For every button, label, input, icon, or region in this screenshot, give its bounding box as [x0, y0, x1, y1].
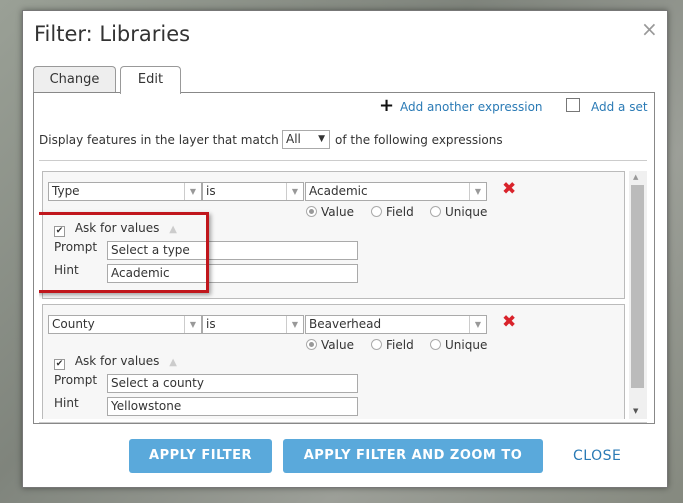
value-text: Academic — [309, 184, 368, 198]
tab-edit[interactable]: Edit — [120, 66, 181, 94]
operator-value: is — [206, 317, 216, 331]
delete-icon[interactable]: ✖ — [502, 312, 516, 332]
scrollbar[interactable]: ▲ ▼ — [629, 171, 647, 419]
operator-value: is — [206, 184, 216, 198]
add-set-link[interactable]: Add a set — [591, 100, 648, 114]
field-select[interactable]: County ▼ — [48, 315, 202, 334]
edit-panel: + Add another expression Add a set Displ… — [33, 92, 655, 424]
add-set-checkbox[interactable] — [566, 98, 580, 112]
radio-icon — [306, 206, 317, 217]
close-icon[interactable]: × — [641, 17, 658, 41]
field-select[interactable]: Type ▼ — [48, 182, 202, 201]
chevron-down-icon: ▼ — [286, 316, 303, 333]
radio-field[interactable]: Field — [371, 205, 414, 219]
hint-label: Hint — [54, 396, 79, 410]
check-icon: ✔ — [54, 359, 65, 370]
plus-icon[interactable]: + — [379, 95, 394, 116]
expression-list: ▲ ▼ Type ▼ is ▼ Academic ▼ ✖ Value Field Un… — [39, 171, 647, 419]
value-select[interactable]: Academic ▼ — [305, 182, 487, 201]
divider — [39, 160, 647, 161]
operator-select[interactable]: is ▼ — [202, 182, 304, 201]
match-prefix: Display features in the layer that match — [39, 133, 279, 147]
collapse-icon[interactable]: ▲ — [169, 357, 177, 368]
prompt-input[interactable]: Select a county — [107, 374, 358, 393]
radio-icon — [430, 206, 441, 217]
delete-icon[interactable]: ✖ — [502, 179, 516, 199]
field-value: County — [52, 317, 95, 331]
radio-label: Field — [386, 205, 414, 219]
close-button[interactable]: CLOSE — [573, 448, 621, 464]
tab-change[interactable]: Change — [33, 66, 116, 93]
scroll-thumb[interactable] — [631, 185, 644, 388]
radio-value[interactable]: Value — [306, 338, 354, 352]
radio-label: Field — [386, 338, 414, 352]
radio-label: Unique — [445, 338, 488, 352]
highlight-box — [39, 212, 209, 293]
prompt-label: Prompt — [54, 373, 98, 387]
add-expression-link[interactable]: Add another expression — [400, 100, 543, 114]
divider — [39, 422, 647, 423]
radio-icon — [306, 339, 317, 350]
dropdown-arrow-icon: ▼ — [318, 134, 325, 144]
dialog-title: Filter: Libraries — [34, 22, 191, 46]
chevron-down-icon: ▼ — [469, 316, 486, 333]
radio-unique[interactable]: Unique — [430, 338, 487, 352]
match-select[interactable]: All ▼ — [282, 130, 330, 149]
ask-for-values-checkbox[interactable]: ✔ Ask for values ▲ — [54, 354, 177, 370]
chevron-down-icon: ▼ — [184, 316, 201, 333]
hint-input[interactable]: Yellowstone — [107, 397, 358, 416]
radio-label: Value — [321, 205, 354, 219]
chevron-down-icon: ▼ — [184, 183, 201, 200]
scroll-down-icon[interactable]: ▼ — [633, 407, 638, 415]
radio-value[interactable]: Value — [306, 205, 354, 219]
radio-label: Unique — [445, 205, 488, 219]
value-text: Beaverhead — [309, 317, 382, 331]
operator-select[interactable]: is ▼ — [202, 315, 304, 334]
match-suffix: of the following expressions — [335, 133, 503, 147]
radio-unique[interactable]: Unique — [430, 205, 487, 219]
radio-icon — [430, 339, 441, 350]
expression-2: County ▼ is ▼ Beaverhead ▼ ✖ Value Field Un… — [42, 304, 625, 419]
filter-dialog: Filter: Libraries × Change Edit + Add an… — [22, 10, 668, 488]
radio-icon — [371, 206, 382, 217]
field-value: Type — [52, 184, 80, 198]
radio-field[interactable]: Field — [371, 338, 414, 352]
scroll-up-icon[interactable]: ▲ — [633, 173, 638, 181]
apply-filter-button[interactable]: APPLY FILTER — [129, 439, 272, 473]
radio-icon — [371, 339, 382, 350]
value-select[interactable]: Beaverhead ▼ — [305, 315, 487, 334]
chevron-down-icon: ▼ — [469, 183, 486, 200]
radio-label: Value — [321, 338, 354, 352]
ask-label: Ask for values — [74, 354, 160, 368]
chevron-down-icon: ▼ — [286, 183, 303, 200]
apply-filter-zoom-button[interactable]: APPLY FILTER AND ZOOM TO — [283, 439, 543, 473]
match-value: All — [286, 132, 301, 146]
